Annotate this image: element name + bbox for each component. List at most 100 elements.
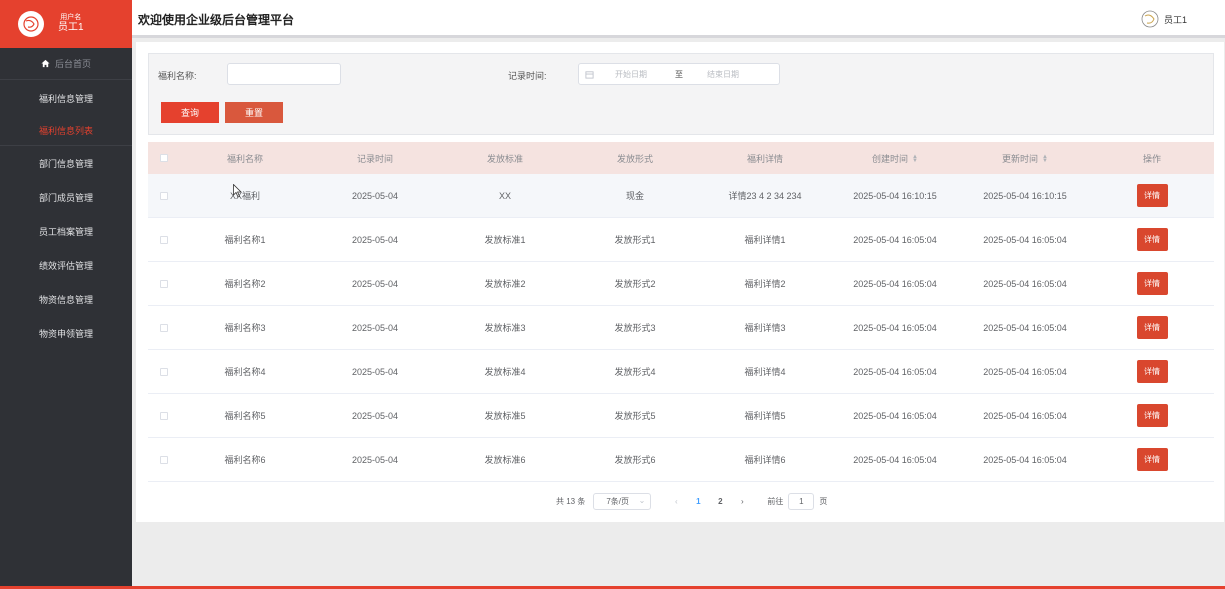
sidebar-item-label: 绩效评估管理 bbox=[38, 260, 93, 271]
table-cell: 发放形式4 bbox=[614, 367, 656, 377]
sidebar-item-label: 部门成员管理 bbox=[38, 192, 93, 203]
end-date-placeholder[interactable]: 结束日期 bbox=[707, 69, 739, 80]
sidebar-item-department-members[interactable]: 部门成员管理 bbox=[0, 180, 132, 214]
avatar[interactable] bbox=[18, 11, 44, 37]
sort-icon[interactable]: ▲ ▼ bbox=[912, 154, 918, 164]
prev-page-button[interactable]: ‹ bbox=[665, 497, 687, 506]
table-cell: 2025-05-04 16:10:15 bbox=[853, 190, 937, 201]
table-row[interactable]: 福利名称1 2025-05-04 发放标准1 发放形式1 福利详情1 2025-05-04… bbox=[148, 218, 1214, 262]
row-checkbox[interactable] bbox=[160, 367, 168, 376]
table-cell: 2025-05-04 16:05:04 bbox=[853, 234, 937, 245]
column-header-label: 创建时间 bbox=[872, 153, 909, 164]
row-checkbox[interactable] bbox=[160, 191, 168, 200]
sidebar-item-performance[interactable]: 绩效评估管理 bbox=[0, 248, 132, 282]
column-header-created[interactable]: 创建时间 ▲ ▼ bbox=[830, 152, 960, 165]
row-select-cell bbox=[148, 455, 180, 464]
table-cell: 发放形式1 bbox=[614, 235, 656, 245]
welfare-name-input[interactable] bbox=[227, 63, 341, 85]
select-all-checkbox[interactable] bbox=[160, 154, 168, 162]
table-row[interactable]: 福利名称6 2025-05-04 发放标准6 发放形式6 福利详情6 2025-05-04… bbox=[148, 438, 1214, 482]
page-button[interactable]: 1 bbox=[687, 497, 709, 506]
table-cell: 2025-05-04 16:05:04 bbox=[983, 366, 1067, 377]
sidebar-item-department[interactable]: 部门信息管理 bbox=[0, 146, 132, 180]
pagination-total: 共 13 条 bbox=[556, 496, 586, 506]
table-cell: 发放标准2 bbox=[484, 279, 526, 289]
column-header: 操作 bbox=[1142, 153, 1161, 164]
table-cell: 发放形式6 bbox=[614, 455, 656, 465]
pagination: 共 13 条 7条/页 ⌄ ‹ 1 2 › 前往 1 页 bbox=[556, 492, 827, 510]
sidebar-home-label: 后台首页 bbox=[54, 59, 91, 69]
sidebar-item-material-requests[interactable]: 物资申领管理 bbox=[0, 316, 132, 350]
chevron-down-icon: ⌄ bbox=[638, 495, 646, 505]
table-cell: 发放标准1 bbox=[484, 235, 526, 245]
row-select-cell bbox=[148, 279, 180, 288]
table-cell: 2025-05-04 16:05:04 bbox=[853, 322, 937, 333]
sidebar-item-label: 福利信息管理 bbox=[38, 93, 93, 104]
user-info: 用户名 员工1 bbox=[58, 14, 84, 34]
page-button[interactable]: 2 bbox=[709, 497, 731, 506]
sidebar-item-label: 物资信息管理 bbox=[38, 294, 93, 305]
action-cell: 详情 bbox=[1090, 272, 1214, 295]
goto-page-input[interactable]: 1 bbox=[788, 492, 815, 510]
detail-button[interactable]: 详情 bbox=[1136, 404, 1168, 427]
sidebar-item-employee-files[interactable]: 员工档案管理 bbox=[0, 214, 132, 248]
action-cell: 详情 bbox=[1090, 316, 1214, 339]
table-cell: 2025-05-04 bbox=[351, 454, 399, 465]
detail-button[interactable]: 详情 bbox=[1136, 228, 1168, 251]
sidebar-item-home[interactable]: 后台首页 bbox=[0, 48, 132, 80]
table-cell: 福利名称4 bbox=[224, 367, 266, 377]
detail-button[interactable]: 详情 bbox=[1136, 316, 1168, 339]
sort-icon[interactable]: ▲ ▼ bbox=[1042, 154, 1048, 164]
row-checkbox[interactable] bbox=[160, 455, 168, 464]
goto-label: 前往 bbox=[767, 496, 784, 506]
table-cell: 2025-05-04 16:10:15 bbox=[983, 190, 1067, 201]
page-size-select[interactable]: 7条/页 ⌄ bbox=[593, 492, 652, 510]
sidebar-item-welfare-list[interactable]: 福利信息列表 bbox=[0, 116, 132, 146]
column-header-updated[interactable]: 更新时间 ▲ ▼ bbox=[960, 152, 1090, 165]
next-page-button[interactable]: › bbox=[731, 497, 753, 506]
mouse-cursor-icon bbox=[233, 184, 242, 198]
top-header: 欢迎使用企业级后台管理平台 员工1 bbox=[132, 0, 1225, 38]
query-button[interactable]: 查询 bbox=[161, 102, 219, 123]
detail-button[interactable]: 详情 bbox=[1136, 360, 1168, 383]
column-header: 发放标准 bbox=[486, 153, 523, 164]
reset-button[interactable]: 重置 bbox=[225, 102, 283, 123]
row-select-cell bbox=[148, 367, 180, 376]
table-cell: XX bbox=[498, 190, 511, 201]
table-cell: 福利详情5 bbox=[744, 411, 786, 421]
column-header: 福利名称 bbox=[226, 153, 263, 164]
start-date-placeholder[interactable]: 开始日期 bbox=[615, 69, 647, 80]
column-header-label: 更新时间 bbox=[1002, 153, 1039, 164]
row-checkbox[interactable] bbox=[160, 411, 168, 420]
user-avatar-icon bbox=[1141, 10, 1159, 28]
table-cell: 详情23 4 2 34 234 bbox=[728, 191, 802, 201]
row-checkbox[interactable] bbox=[160, 279, 168, 288]
select-all-cell bbox=[148, 154, 180, 162]
table-row[interactable]: 福利名称3 2025-05-04 发放标准3 发放形式3 福利详情3 2025-05-04… bbox=[148, 306, 1214, 350]
table-cell: 2025-05-04 bbox=[351, 190, 399, 201]
row-checkbox[interactable] bbox=[160, 235, 168, 244]
table-cell: 福利名称1 bbox=[224, 235, 266, 245]
table-cell: 2025-05-04 bbox=[351, 322, 399, 333]
table-body: XX福利 2025-05-04 XX 现金 详情23 4 2 34 234 2025-05… bbox=[148, 174, 1214, 482]
detail-button[interactable]: 详情 bbox=[1136, 448, 1168, 471]
table-row[interactable]: 福利名称5 2025-05-04 发放标准5 发放形式5 福利详情5 2025-05-04… bbox=[148, 394, 1214, 438]
page-suffix: 页 bbox=[819, 496, 828, 506]
detail-button[interactable]: 详情 bbox=[1136, 272, 1168, 295]
action-cell: 详情 bbox=[1090, 184, 1214, 207]
record-time-label: 记录时间: bbox=[508, 71, 547, 81]
main-content: 福利名称: 记录时间: 开始日期 至 结束日期 查询 重置 福利名称 记录时间 … bbox=[136, 42, 1224, 522]
sidebar-item-welfare[interactable]: 福利信息管理 bbox=[0, 80, 132, 116]
table-cell: 福利名称3 bbox=[224, 323, 266, 333]
date-range-picker[interactable]: 开始日期 至 结束日期 bbox=[578, 63, 780, 85]
table-row[interactable]: 福利名称4 2025-05-04 发放标准4 发放形式4 福利详情4 2025-05-04… bbox=[148, 350, 1214, 394]
table-row[interactable]: XX福利 2025-05-04 XX 现金 详情23 4 2 34 234 2025-05… bbox=[148, 174, 1214, 218]
header-user[interactable]: 员工1 bbox=[1140, 9, 1187, 29]
detail-button[interactable]: 详情 bbox=[1136, 184, 1168, 207]
row-checkbox[interactable] bbox=[160, 323, 168, 332]
sidebar-item-materials[interactable]: 物资信息管理 bbox=[0, 282, 132, 316]
table-row[interactable]: 福利名称2 2025-05-04 发放标准2 发放形式2 福利详情2 2025-05-04… bbox=[148, 262, 1214, 306]
table-cell: 2025-05-04 16:05:04 bbox=[853, 278, 937, 289]
table-cell: 2025-05-04 bbox=[351, 234, 399, 245]
table-cell: 发放标准3 bbox=[484, 323, 526, 333]
